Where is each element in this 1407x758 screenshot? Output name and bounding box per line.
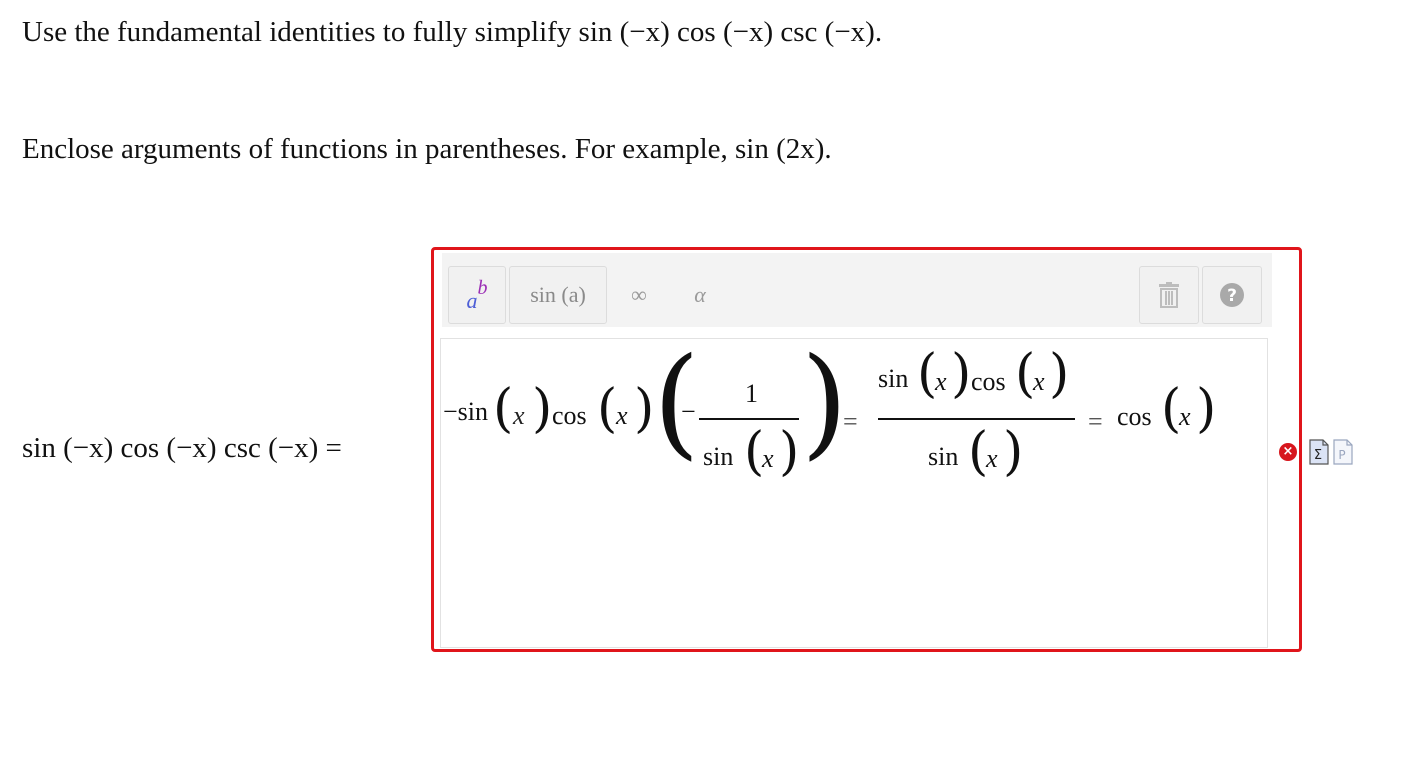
equals-sign: = (843, 407, 858, 436)
cos-token: cos (1117, 402, 1152, 431)
trash-icon (1159, 282, 1179, 308)
variable-x: x (762, 444, 774, 473)
numerator-one: 1 (745, 379, 758, 408)
infinity-button[interactable]: ∞ (610, 266, 668, 324)
question-expression: sin (−x) cos (−x) csc (−x). (578, 16, 883, 48)
equals-sign: = (1088, 407, 1103, 436)
instruction-text: Enclose arguments of functions in parent… (22, 133, 728, 165)
help-icon: ? (1220, 283, 1244, 307)
fraction-bar (699, 418, 799, 420)
question-line-1: Use the fundamental identities to fully … (22, 16, 882, 49)
svg-text:P: P (1338, 448, 1345, 462)
question-line-2: Enclose arguments of functions in parent… (22, 133, 832, 166)
greek-letters-button[interactable]: α (671, 266, 729, 324)
variable-x: x (1033, 367, 1045, 396)
power-exp-label: b (477, 277, 488, 299)
alpha-icon: α (694, 282, 706, 307)
help-button[interactable]: ? (1202, 266, 1262, 324)
variable-x: x (513, 401, 525, 430)
minus-sign: − (681, 397, 696, 426)
question-text: Use the fundamental identities to fully … (22, 16, 572, 48)
variable-x: x (986, 444, 998, 473)
power-button[interactable]: ab (448, 266, 506, 324)
sin-function-button[interactable]: sin (a) (509, 266, 607, 324)
math-input-area[interactable]: −sin ( x ) cos ( x ) ( − 1 sin ( x ) ) =… (440, 333, 1268, 648)
example-expression: sin (2x). (735, 133, 832, 165)
clear-button[interactable] (1139, 266, 1199, 324)
sin-button-label: sin (a) (530, 282, 586, 307)
svg-text:?: ? (1227, 286, 1237, 306)
fraction-bar (878, 418, 1075, 420)
answer-editor[interactable]: ab sin (a) ∞ α ? −sin (x) cos (x) (… (431, 247, 1302, 652)
sin-token: sin (703, 442, 734, 471)
preview-icon[interactable]: P (1333, 437, 1353, 465)
cos-token: cos (552, 401, 587, 430)
cos-token: cos (971, 367, 1006, 396)
svg-text:Σ: Σ (1314, 448, 1322, 463)
power-base-label: a (466, 288, 478, 313)
lhs-expression: sin (−x) cos (−x) csc (−x) = (22, 432, 342, 464)
variable-x: x (935, 367, 947, 396)
infinity-icon: ∞ (631, 282, 647, 307)
sin-token: sin (928, 442, 959, 471)
sin-token: sin (878, 364, 909, 393)
equation-editor-icon[interactable]: Σ (1309, 437, 1329, 465)
editor-toolbar: ab sin (a) ∞ α ? (442, 253, 1272, 327)
variable-x: x (616, 401, 628, 430)
neg-sin-token: −sin (443, 397, 489, 426)
x-circle-icon: × (1279, 443, 1297, 461)
variable-x: x (1179, 402, 1191, 431)
